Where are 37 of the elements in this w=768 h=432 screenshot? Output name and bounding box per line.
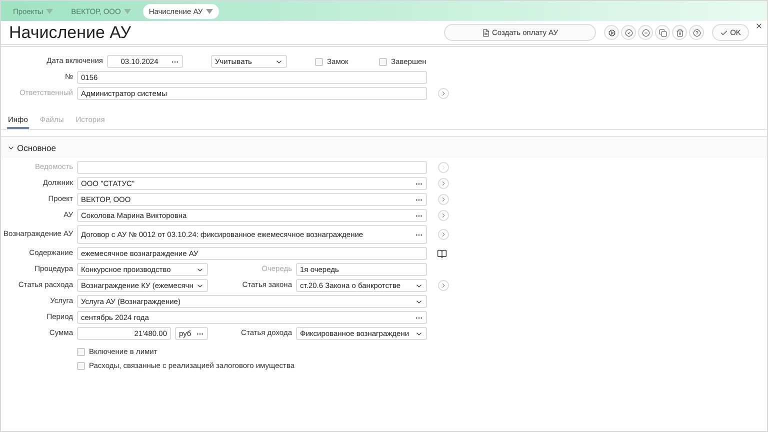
close-icon <box>755 22 763 30</box>
page-title: Начисление АУ <box>9 22 132 42</box>
chevron-right-icon <box>440 164 447 171</box>
chevron-right-icon <box>440 90 447 97</box>
open-button[interactable] <box>438 88 449 99</box>
gear-icon <box>608 28 616 36</box>
chevron-right-icon <box>440 231 447 238</box>
text-field[interactable] <box>77 161 427 174</box>
chevron-right-icon <box>440 196 447 203</box>
document-icon <box>482 28 490 36</box>
check-icon <box>720 28 728 36</box>
open-button[interactable] <box>438 229 449 240</box>
gears-button[interactable] <box>604 25 619 40</box>
chevron-right-icon <box>440 180 447 187</box>
open-button[interactable] <box>438 178 449 189</box>
open-button[interactable] <box>438 210 449 221</box>
check-circle-icon <box>624 28 632 36</box>
caret-icon <box>124 8 131 14</box>
chevron-right-icon <box>440 282 447 289</box>
copy-button[interactable] <box>655 25 670 40</box>
caret-icon <box>46 8 54 14</box>
close-button[interactable] <box>755 22 764 31</box>
help-button[interactable] <box>689 25 704 40</box>
open-button[interactable] <box>438 280 449 291</box>
section-header[interactable]: Основное <box>1 137 767 158</box>
minus-circle-icon <box>642 28 650 36</box>
trash-icon <box>676 28 684 36</box>
chevron-down-icon <box>7 144 15 152</box>
copy-icon <box>658 28 666 36</box>
approve-button[interactable] <box>621 25 636 40</box>
book-icon <box>437 248 447 258</box>
open-button[interactable] <box>438 194 449 205</box>
chevron-right-icon <box>440 212 447 219</box>
help-icon <box>692 28 700 36</box>
caret-icon <box>206 8 213 14</box>
minus-button[interactable] <box>638 25 653 40</box>
delete-button[interactable] <box>672 25 687 40</box>
